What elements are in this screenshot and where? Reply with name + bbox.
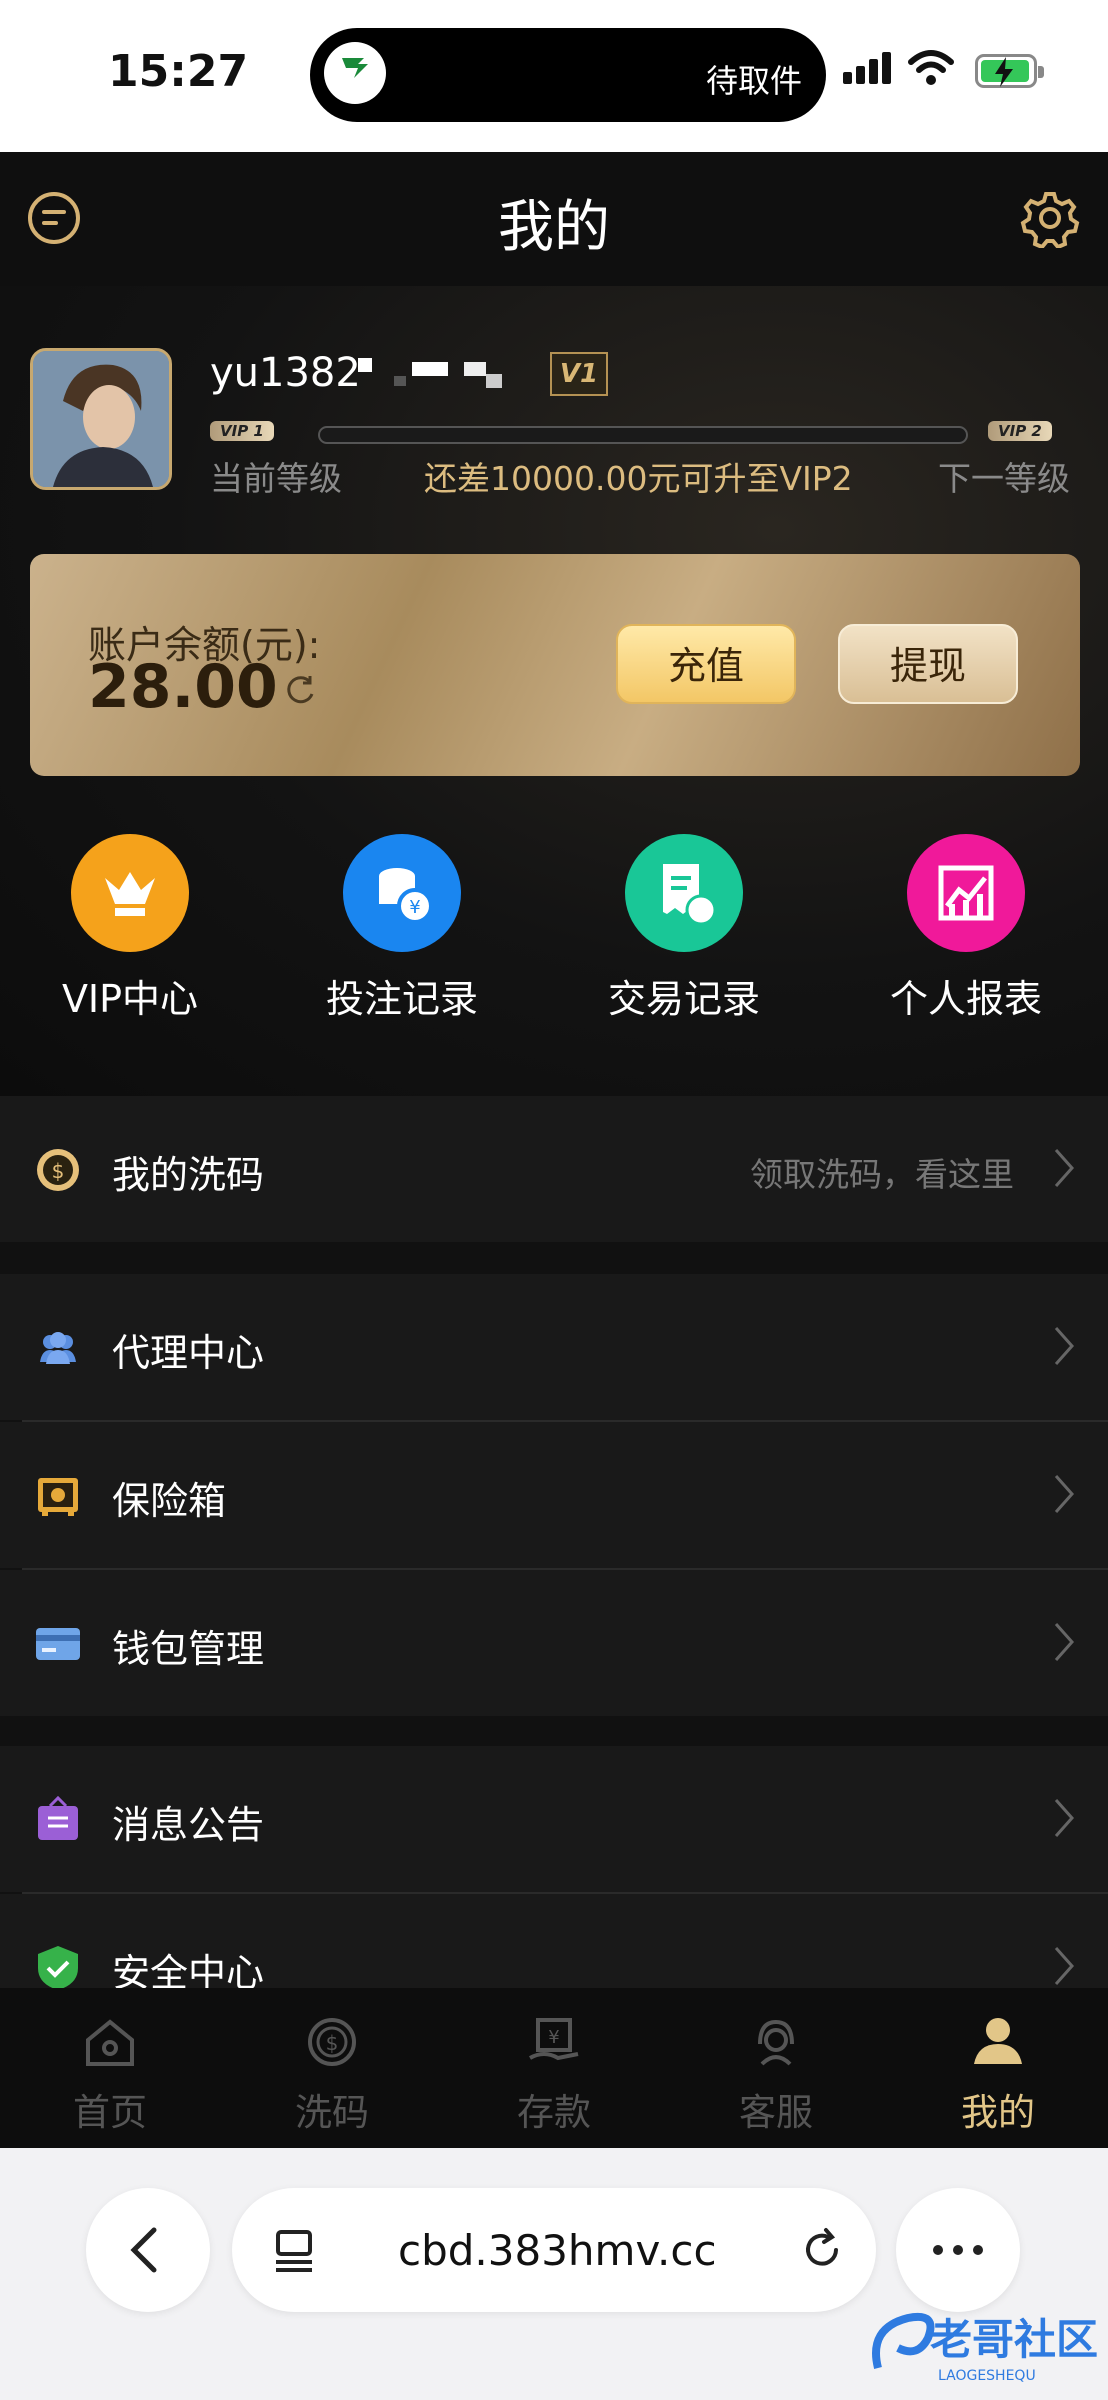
browser-address-bar[interactable]: cbd.383hmv.cc bbox=[232, 2188, 876, 2312]
chevron-right-icon bbox=[1054, 1327, 1075, 1365]
balance-card: 账户余额(元): 28.00 充值 提现 bbox=[30, 554, 1080, 776]
menu-label: 安全中心 bbox=[112, 1951, 265, 1988]
current-level-label: 当前等级 bbox=[210, 459, 342, 498]
shortcut-label: VIP中心 bbox=[61, 977, 199, 1021]
shortcut-vip-center[interactable]: VIP中心 bbox=[30, 834, 230, 1023]
menu-label: 代理中心 bbox=[112, 1331, 265, 1375]
user-icon bbox=[974, 2018, 1022, 2064]
tab-label: 我的 bbox=[961, 2091, 1035, 2134]
crown-icon bbox=[71, 834, 189, 952]
browser-url: cbd.383hmv.cc bbox=[398, 2226, 717, 2275]
refresh-icon[interactable] bbox=[282, 672, 318, 708]
shield-check-icon bbox=[38, 1946, 78, 1988]
chart-icon bbox=[907, 834, 1025, 952]
tab-wash-code[interactable]: $ 洗码 bbox=[222, 1988, 442, 2148]
shortcut-label: 交易记录 bbox=[607, 977, 760, 1021]
page-title: 我的 bbox=[498, 195, 610, 260]
menu-label: 保险箱 bbox=[112, 1479, 227, 1523]
chevron-right-icon bbox=[1054, 1149, 1075, 1187]
status-time: 15:27 bbox=[108, 46, 249, 97]
more-dots-icon bbox=[933, 2245, 983, 2255]
browser-back-button[interactable] bbox=[86, 2188, 210, 2312]
menu-item-wallet-management[interactable]: 钱包管理 bbox=[0, 1570, 1108, 1716]
chevron-right-icon bbox=[1054, 1947, 1075, 1985]
watermark-logo: 老哥社区 LAOGESHEQU bbox=[872, 2313, 1098, 2384]
coin-icon: $ bbox=[308, 2018, 356, 2066]
avatar[interactable] bbox=[30, 348, 172, 490]
menu-item-wash-code[interactable]: $ 我的洗码 领取洗码，看这里 bbox=[0, 1096, 1108, 1242]
shortcut-label: 投注记录 bbox=[325, 977, 478, 1021]
chevron-left-icon bbox=[130, 2227, 157, 2273]
cellular-signal-icon bbox=[843, 52, 895, 84]
recharge-button[interactable]: 充值 bbox=[616, 624, 796, 704]
svg-text:¥: ¥ bbox=[409, 897, 420, 918]
username: yu1382 bbox=[210, 350, 361, 396]
browser-more-button[interactable] bbox=[896, 2188, 1020, 2312]
shortcut-label: 个人报表 bbox=[889, 977, 1042, 1021]
browser-toolbar: cbd.383hmv.cc 老哥社区 LAOGESHEQU bbox=[0, 2148, 1108, 2400]
chevron-right-icon bbox=[1054, 1799, 1075, 1837]
tab-label: 洗码 bbox=[295, 2091, 369, 2134]
next-level-chip: VIP 2 bbox=[988, 421, 1052, 441]
deposit-icon: ¥ bbox=[529, 2018, 579, 2061]
balance-value: 28.00 bbox=[88, 652, 278, 722]
svg-text:$: $ bbox=[326, 2031, 339, 2055]
chevron-right-icon bbox=[1054, 1475, 1075, 1513]
menu-item-announcements[interactable]: 消息公告 bbox=[0, 1746, 1108, 1892]
svg-text:¥: ¥ bbox=[548, 2027, 559, 2048]
tab-deposit[interactable]: ¥ 存款 bbox=[444, 1988, 664, 2148]
menu-label: 钱包管理 bbox=[112, 1627, 265, 1671]
notice-board-icon bbox=[38, 1796, 78, 1840]
receipt-icon bbox=[625, 834, 743, 952]
vip-level-badge: V1 bbox=[550, 352, 608, 396]
reload-icon[interactable] bbox=[798, 2226, 846, 2274]
card-wallet-icon bbox=[36, 1628, 80, 1660]
safe-icon bbox=[38, 1478, 78, 1516]
next-level-label: 下一等级 bbox=[938, 459, 1070, 498]
status-bar: 15:27 待取件 bbox=[0, 0, 1108, 152]
shortcut-transaction-records[interactable]: 交易记录 bbox=[584, 834, 784, 1023]
upgrade-hint: 还差10000.00元可升至VIP2 bbox=[424, 459, 853, 498]
chevron-right-icon bbox=[1054, 1623, 1075, 1661]
wifi-icon bbox=[908, 50, 954, 85]
tab-home[interactable]: 首页 bbox=[0, 1988, 220, 2148]
people-group-icon bbox=[40, 1332, 76, 1364]
page-list-icon bbox=[276, 2230, 312, 2272]
home-icon bbox=[86, 2019, 134, 2066]
tab-label: 首页 bbox=[73, 2091, 147, 2134]
island-status-text: 待取件 bbox=[705, 62, 802, 100]
battery-icon bbox=[975, 54, 1044, 88]
tab-mine[interactable]: 我的 bbox=[888, 1988, 1108, 2148]
support-icon bbox=[758, 2019, 794, 2066]
tab-customer-service[interactable]: 客服 bbox=[666, 1988, 886, 2148]
dynamic-island[interactable]: 待取件 bbox=[310, 28, 826, 122]
dollar-coin-icon: $ bbox=[37, 1149, 79, 1191]
bottom-tab-bar: 首页 $ 洗码 ¥ 存款 客服 我的 bbox=[0, 1988, 1108, 2148]
menu-label: 消息公告 bbox=[112, 1803, 265, 1847]
menu-label: 我的洗码 bbox=[112, 1153, 265, 1197]
profile-hero: yu1382 V1 VIP 1 VIP 2 当前等级 还差10000.00元可升… bbox=[0, 286, 1108, 1096]
top-header: 我的 bbox=[0, 152, 1108, 286]
coins-icon: ¥ bbox=[343, 834, 461, 952]
username-mask bbox=[358, 358, 502, 388]
shortcut-personal-report[interactable]: 个人报表 bbox=[866, 834, 1066, 1023]
settings-gear-icon[interactable] bbox=[1020, 188, 1080, 248]
china-post-logo-icon bbox=[324, 42, 386, 104]
svg-text:老哥社区: 老哥社区 bbox=[930, 2315, 1098, 2364]
withdraw-button[interactable]: 提现 bbox=[838, 624, 1018, 704]
menu-item-agent-center[interactable]: 代理中心 bbox=[0, 1274, 1108, 1420]
menu-item-safe-box[interactable]: 保险箱 bbox=[0, 1422, 1108, 1568]
tab-label: 存款 bbox=[517, 2091, 591, 2134]
svg-text:LAOGESHEQU: LAOGESHEQU bbox=[938, 2368, 1036, 2384]
vip-progress-bar bbox=[318, 426, 968, 444]
menu-hint: 领取洗码，看这里 bbox=[750, 1155, 1014, 1194]
current-level-chip: VIP 1 bbox=[210, 421, 274, 441]
tab-label: 客服 bbox=[739, 2091, 813, 2134]
shortcut-bet-records[interactable]: ¥ 投注记录 bbox=[302, 834, 502, 1023]
svg-text:$: $ bbox=[52, 1159, 65, 1183]
menu-item-security-center[interactable]: 安全中心 bbox=[0, 1894, 1108, 1988]
